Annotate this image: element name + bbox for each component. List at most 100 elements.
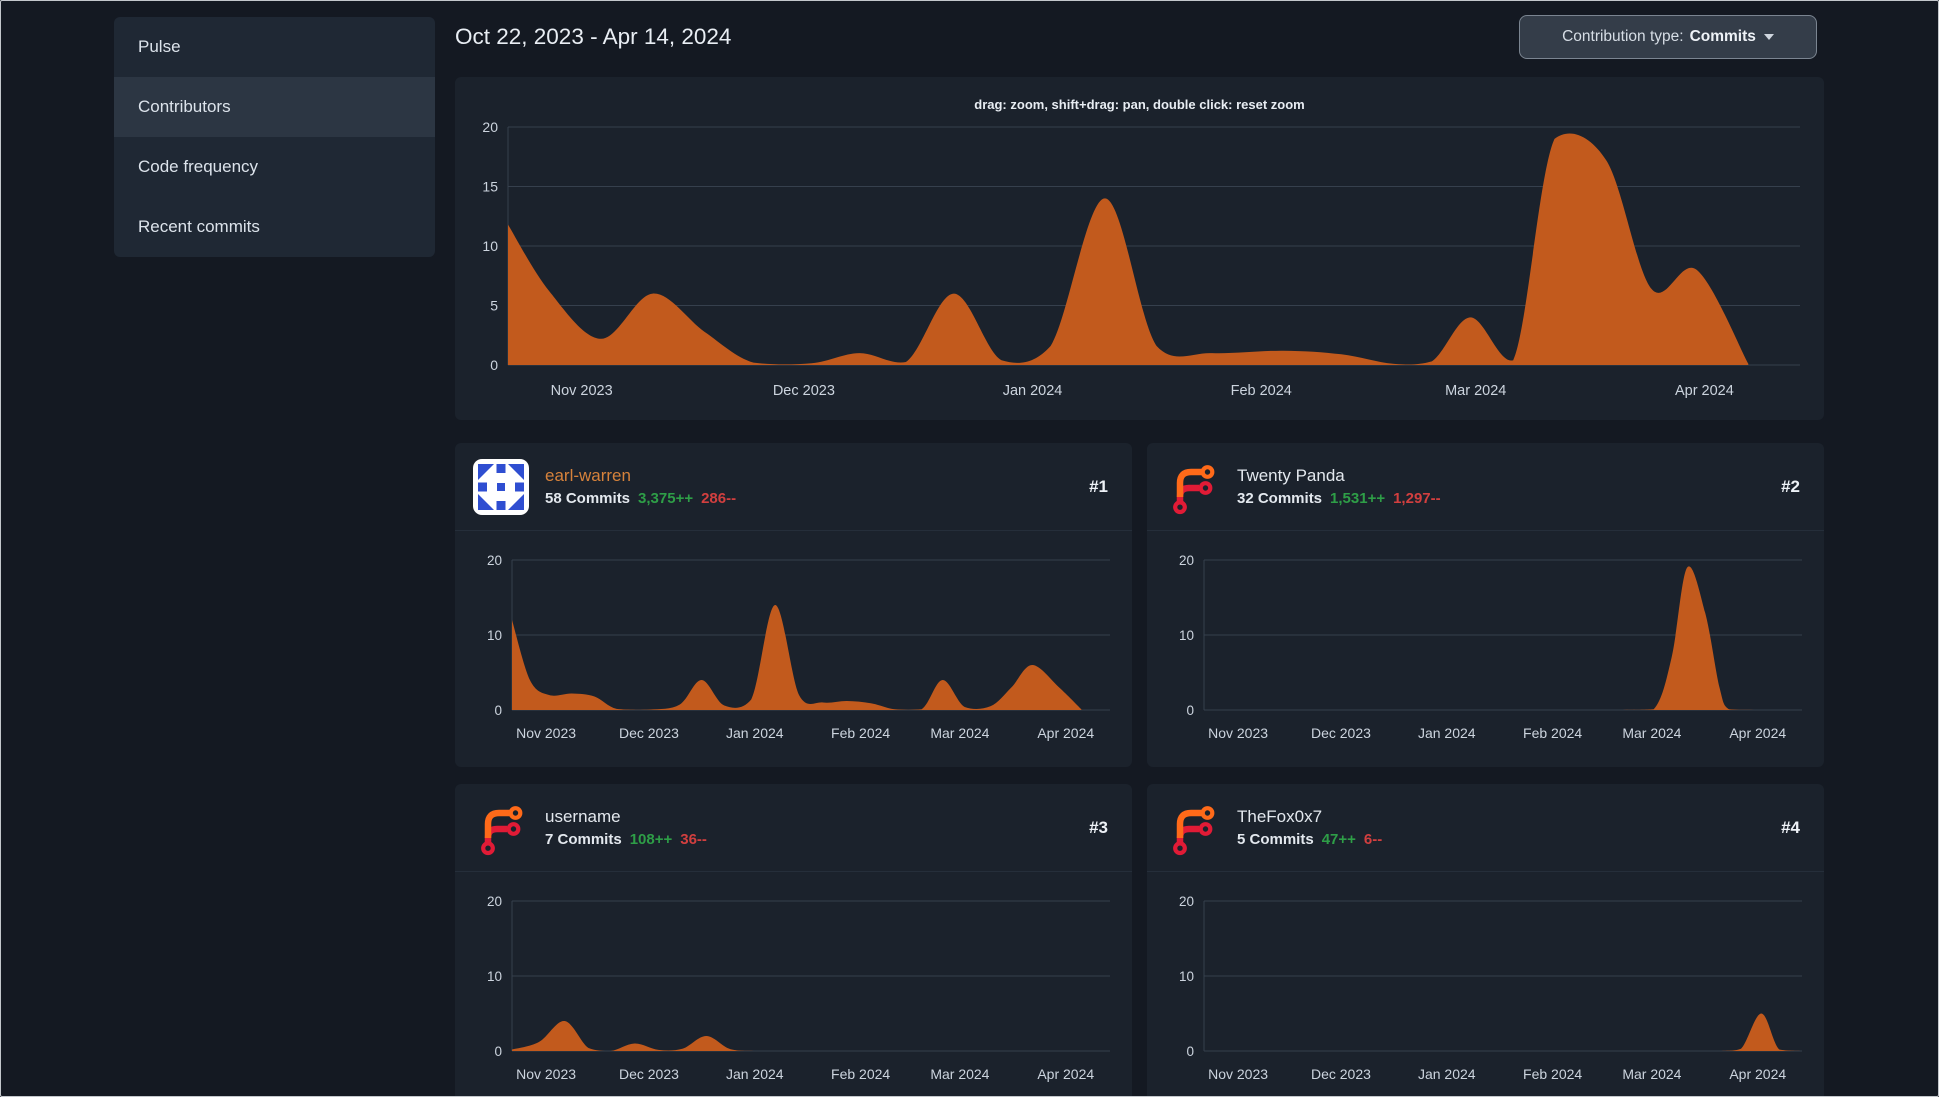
x-tick-label: Dec 2023 [1311,725,1371,741]
y-tick-label: 0 [494,703,502,718]
deletions-count: 36-- [680,831,707,848]
sidebar-item-label: Pulse [138,37,181,56]
contributor-stats: 58 Commits 3,375++ 286-- [545,490,1089,507]
y-tick-label: 10 [487,969,502,984]
x-tick-label: Jan 2024 [1003,383,1063,399]
contributor-card-header: Twenty Panda 32 Commits 1,531++ 1,297-- … [1147,443,1824,531]
sidebar-item-label: Recent commits [138,217,260,236]
avatar [473,800,529,856]
y-tick-label: 10 [1179,628,1194,643]
date-range-title: Oct 22, 2023 - Apr 14, 2024 [455,24,732,49]
chart-svg-TheFox0x7: 0 10 20 Nov 2023 Dec 2023 Jan 2024 Feb 2024 Mar… [1179,894,1802,1082]
x-tick-label: Nov 2023 [1208,725,1268,741]
x-tick-label: Nov 2023 [551,383,613,399]
deletions-count: 1,297-- [1393,490,1441,507]
x-tick-label: Jan 2024 [726,725,784,741]
overall-commits-chart[interactable]: 0 5 10 15 20 Nov 2023 Dec 2023 Jan 2024 Feb 2024… [455,77,1824,420]
contributor-name: TheFox0x7 [1237,807,1323,826]
x-tick-label: Jan 2024 [1418,725,1476,741]
overall-chart-panel: drag: zoom, shift+drag: pan, double clic… [455,77,1824,420]
sidebar-item-label: Contributors [138,97,231,116]
x-tick-label: Apr 2024 [1037,1066,1094,1082]
rank-badge: #2 [1781,476,1800,496]
rank-badge: #4 [1781,817,1800,837]
y-tick-label: 0 [1186,1044,1194,1059]
contributor-commits-chart[interactable]: 0 10 20 Nov 2023 Dec 2023 Jan 2024 Feb 2024 Mar… [455,531,1132,767]
y-tick-label: 10 [487,628,502,643]
x-tick-label: Apr 2024 [1729,1066,1786,1082]
additions-count: 47++ [1321,831,1356,848]
contributor-name: username [545,807,621,826]
x-tick-label: Dec 2023 [619,1066,679,1082]
x-tick-label: Nov 2023 [516,725,576,741]
x-tick-label: Mar 2024 [1622,725,1681,741]
contributor-stats: 32 Commits 1,531++ 1,297-- [1237,490,1781,507]
y-tick-label: 15 [482,179,498,195]
y-tick-label: 5 [490,298,498,314]
y-tick-label: 0 [494,1044,502,1059]
chevron-down-icon [1763,34,1774,40]
deletions-count: 286-- [701,490,737,507]
additions-count: 3,375++ [638,490,694,507]
rank-badge: #3 [1089,817,1108,837]
rank-badge: #1 [1089,476,1108,496]
avatar [1165,459,1221,515]
x-tick-label: Apr 2024 [1675,383,1734,399]
commit-count: 5 Commits [1237,831,1314,848]
y-tick-label: 20 [1179,553,1194,568]
y-tick-label: 10 [1179,969,1194,984]
y-tick-label: 10 [482,238,498,254]
x-tick-label: Nov 2023 [1208,1066,1268,1082]
x-tick-label: Apr 2024 [1037,725,1094,741]
contributor-card: earl-warren 58 Commits 3,375++ 286-- #1 … [455,443,1132,767]
chart-svg-username: 0 10 20 Nov 2023 Dec 2023 Jan 2024 Feb 2024 Mar… [487,894,1110,1082]
contributor-name[interactable]: earl-warren [545,466,1089,486]
sidebar-item-code-frequency[interactable]: Code frequency [114,137,435,197]
dropdown-value: Commits [1689,28,1756,45]
identicon-avatar [473,458,529,515]
forgejo-logo-avatar [1173,805,1215,855]
sidebar-menu: Pulse Contributors Code frequency Recent… [114,17,435,257]
x-tick-label: Feb 2024 [831,725,890,741]
sidebar-item-recent-commits[interactable]: Recent commits [114,197,435,257]
x-tick-label: Nov 2023 [516,1066,576,1082]
sidebar-item-pulse[interactable]: Pulse [114,17,435,77]
x-tick-label: Mar 2024 [1445,383,1506,399]
contributor-card-header: earl-warren 58 Commits 3,375++ 286-- #1 [455,443,1132,531]
forgejo-logo-avatar [481,805,523,855]
contributor-card: username 7 Commits 108++ 36-- #3 0 10 20 No… [455,784,1132,1097]
contribution-type-dropdown[interactable]: Contribution type: Commits [1519,15,1817,59]
x-tick-label: Dec 2023 [773,383,835,399]
contributor-card: Twenty Panda 32 Commits 1,531++ 1,297-- … [1147,443,1824,767]
x-tick-label: Feb 2024 [831,1066,890,1082]
y-tick-label: 20 [487,894,502,909]
chart-svg-earl-warren: 0 10 20 Nov 2023 Dec 2023 Jan 2024 Feb 2024 Mar… [487,553,1110,741]
x-tick-label: Feb 2024 [1523,1066,1582,1082]
y-tick-label: 0 [490,357,498,373]
x-tick-label: Mar 2024 [930,725,989,741]
x-tick-label: Jan 2024 [1418,1066,1476,1082]
contributor-info: TheFox0x7 5 Commits 47++ 6-- [1237,807,1781,848]
x-tick-label: Mar 2024 [1622,1066,1681,1082]
contributor-cards-grid: earl-warren 58 Commits 3,375++ 286-- #1 … [455,443,1824,1097]
x-tick-label: Feb 2024 [1231,383,1292,399]
commit-count: 32 Commits [1237,490,1323,507]
x-tick-label: Apr 2024 [1729,725,1786,741]
chart-svg-overall: 0 5 10 15 20 Nov 2023 Dec 2023 Jan 2024 Feb 2024… [482,119,1800,399]
contributor-commits-chart[interactable]: 0 10 20 Nov 2023 Dec 2023 Jan 2024 Feb 2024 Mar… [455,872,1132,1097]
contributor-stats: 5 Commits 47++ 6-- [1237,831,1781,848]
contributor-card-header: username 7 Commits 108++ 36-- #3 [455,784,1132,872]
contributor-card-header: TheFox0x7 5 Commits 47++ 6-- #4 [1147,784,1824,872]
avatar [473,458,529,515]
contributor-commits-chart[interactable]: 0 10 20 Nov 2023 Dec 2023 Jan 2024 Feb 2024 Mar… [1147,531,1824,767]
contributor-card: TheFox0x7 5 Commits 47++ 6-- #4 0 10 20 Nov… [1147,784,1824,1097]
contributor-commits-chart[interactable]: 0 10 20 Nov 2023 Dec 2023 Jan 2024 Feb 2024 Mar… [1147,872,1824,1097]
contributor-info: earl-warren 58 Commits 3,375++ 286-- [545,466,1089,507]
contributor-stats: 7 Commits 108++ 36-- [545,831,1089,848]
area-series [1204,566,1802,710]
contributor-name: Twenty Panda [1237,466,1345,485]
additions-count: 108++ [629,831,673,848]
x-tick-label: Dec 2023 [1311,1066,1371,1082]
sidebar-item-contributors[interactable]: Contributors [114,77,435,137]
y-tick-label: 0 [1186,703,1194,718]
